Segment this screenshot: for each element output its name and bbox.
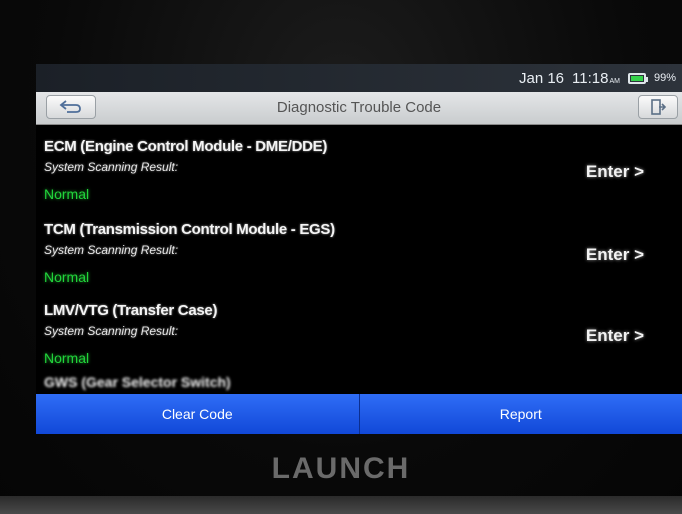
- list-item-tcm: TCM (Transmission Control Module - EGS) …: [44, 221, 674, 303]
- enter-button-lmv-vtg[interactable]: Enter >: [586, 326, 644, 346]
- module-list: ECM (Engine Control Module - DME/DDE) Sy…: [36, 126, 682, 394]
- scan-result-label: System Scanning Result:: [44, 160, 179, 174]
- battery-percent: 99%: [653, 72, 676, 84]
- status-date: Jan 16: [518, 69, 565, 87]
- status-bar: Jan 16 11:18AM 99%: [36, 64, 682, 92]
- exit-button[interactable]: [638, 95, 678, 119]
- list-item-partial[interactable]: GWS (Gear Selector Switch): [44, 374, 231, 390]
- status-time-group: 11:18AM: [572, 70, 620, 87]
- clear-code-button[interactable]: Clear Code: [36, 394, 360, 434]
- scan-result-value: Normal: [44, 269, 90, 285]
- list-item-ecm: ECM (Engine Control Module - DME/DDE) Sy…: [44, 138, 674, 220]
- module-name: LMV/VTG (Transfer Case): [44, 302, 218, 319]
- device-screen: Jan 16 11:18AM 99% Diagnostic Trouble Co…: [36, 64, 682, 434]
- module-name: TCM (Transmission Control Module - EGS): [44, 221, 335, 238]
- scan-result-value: Normal: [44, 350, 90, 366]
- scan-result-value: Normal: [44, 186, 90, 202]
- enter-button-ecm[interactable]: Enter >: [586, 162, 644, 182]
- report-button[interactable]: Report: [359, 394, 682, 434]
- title-bar: Diagnostic Trouble Code: [36, 92, 682, 125]
- enter-button-tcm[interactable]: Enter >: [586, 245, 644, 265]
- action-bar: Clear Code Report: [36, 394, 682, 434]
- exit-door-icon: [651, 99, 667, 115]
- module-name: ECM (Engine Control Module - DME/DDE): [44, 138, 328, 155]
- battery-icon: [627, 72, 648, 84]
- status-time: 11:18: [572, 69, 609, 87]
- list-item-lmv-vtg: LMV/VTG (Transfer Case) System Scanning …: [44, 302, 674, 384]
- status-right: Jan 16 11:18AM 99%: [519, 68, 676, 88]
- page-title: Diagnostic Trouble Code: [276, 99, 442, 116]
- bezel-bottom-edge: [0, 496, 682, 514]
- status-ampm: AM: [609, 77, 620, 85]
- scan-result-label: System Scanning Result:: [44, 324, 179, 338]
- scan-result-label: System Scanning Result:: [44, 243, 179, 257]
- brand-logo: LAUNCH: [271, 452, 411, 485]
